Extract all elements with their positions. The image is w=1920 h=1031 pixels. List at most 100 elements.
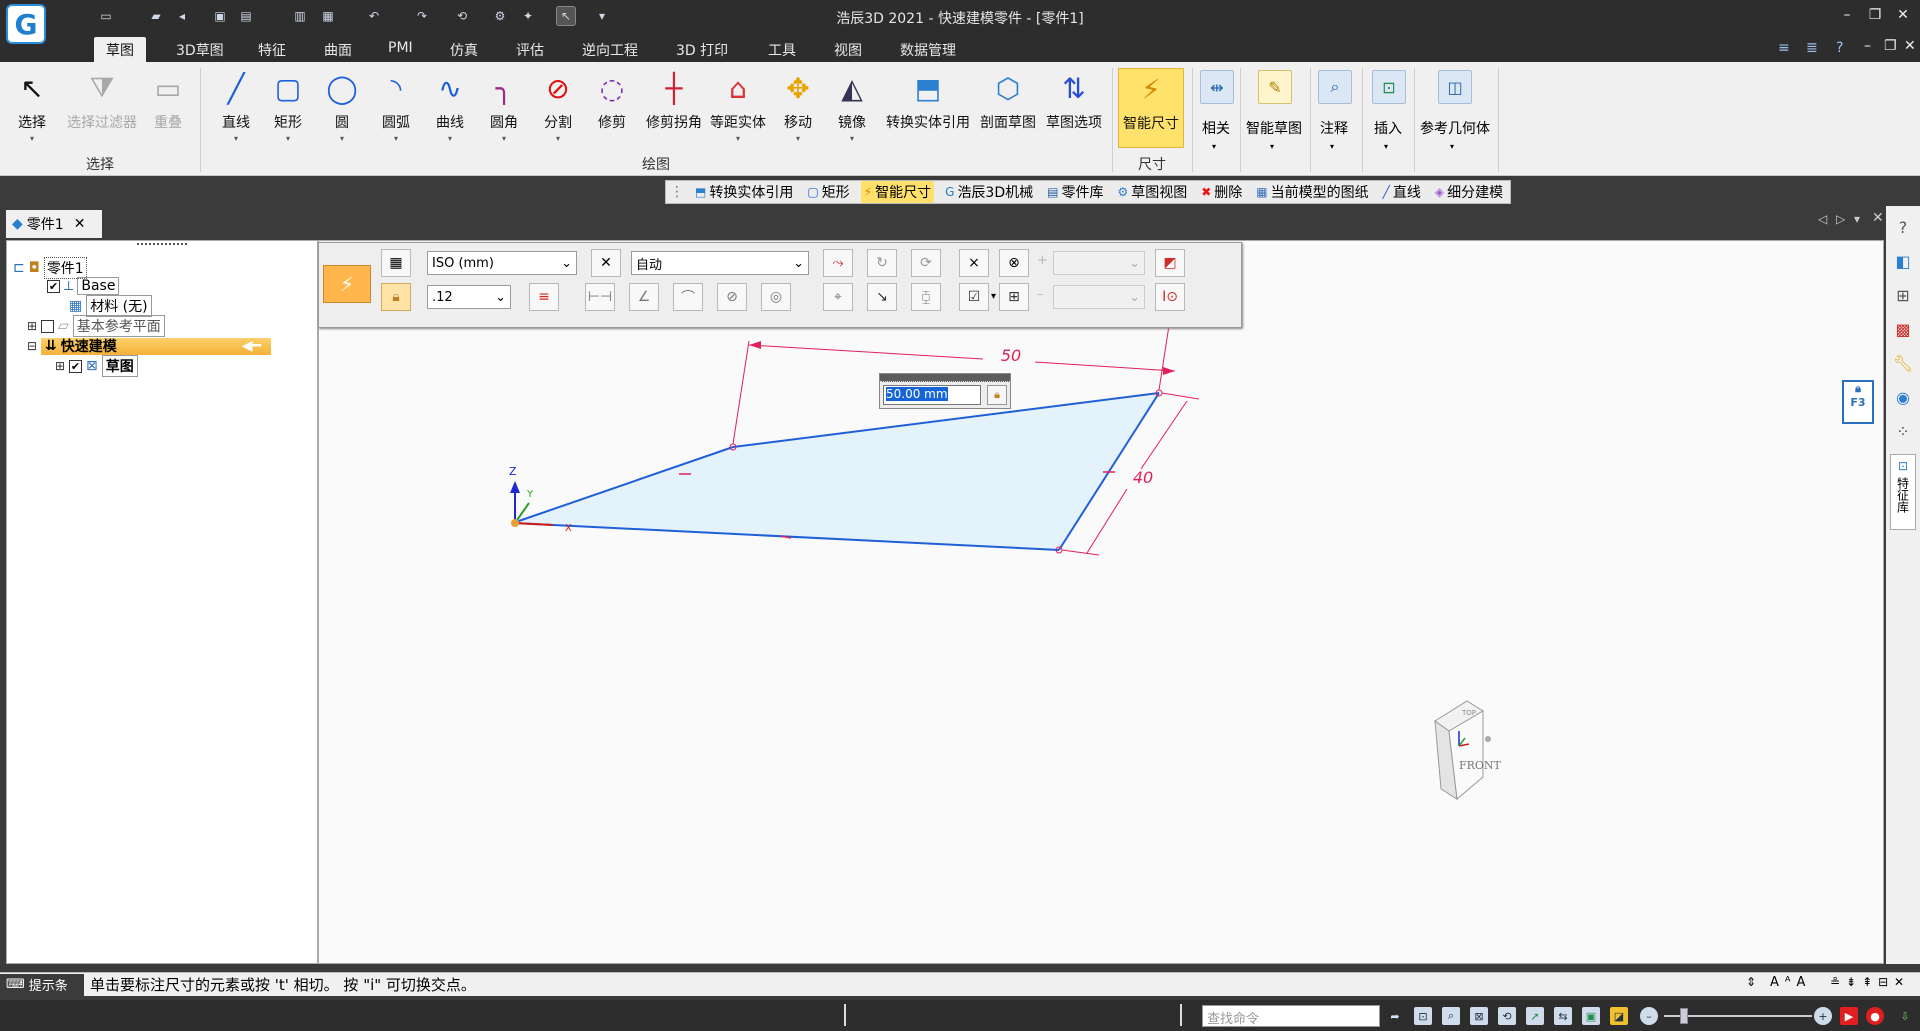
collapse-icon[interactable]: ⊟	[27, 339, 37, 353]
color-palette-icon[interactable]: ▩	[1890, 316, 1916, 342]
help-icon[interactable]: ?	[1836, 40, 1843, 56]
rotate-view-icon[interactable]: ⟲	[1498, 1007, 1516, 1025]
close-button[interactable]: ✕	[1892, 4, 1914, 26]
open-folder-icon[interactable]: ▰	[146, 6, 166, 26]
dimension-standard-select[interactable]: ISO (mm) ⌄	[427, 251, 577, 275]
cmd-smart-dimension[interactable]: ⚡ 智能尺寸	[860, 181, 935, 203]
tab-pmi[interactable]: PMI	[376, 37, 425, 62]
zoom-slider-thumb[interactable]	[1680, 1008, 1688, 1024]
new-file-icon[interactable]: ▭	[96, 6, 116, 26]
diameter-dimension-icon[interactable]: ◎	[761, 283, 791, 311]
help-icon[interactable]: ?	[1890, 214, 1916, 240]
sketch-viewport[interactable]: 50 40 Z Y X TOP FRONT	[319, 241, 1885, 965]
undo-icon[interactable]: ↶	[364, 6, 384, 26]
layout-dots-icon[interactable]: ⁘	[1890, 418, 1916, 444]
clear-circle-icon[interactable]: ⊗	[999, 249, 1029, 277]
cmd-gstarcad-mechanical[interactable]: G 浩辰3D机械	[942, 181, 1036, 203]
repeat-icon[interactable]: ⟲	[452, 6, 472, 26]
feature-library-tab[interactable]: ⊡ 特征库	[1890, 454, 1916, 530]
smart-sketch-icon[interactable]: ✎	[1258, 70, 1292, 104]
dim-label-40[interactable]: 40	[1133, 468, 1153, 487]
select-arrow-icon[interactable]: ↖	[556, 6, 576, 26]
close-tab-icon[interactable]: ✕	[74, 216, 86, 232]
video-record-icon[interactable]: ▶	[1840, 1007, 1858, 1025]
tab-list-icon[interactable]: ▾	[1854, 212, 1860, 226]
print-icon[interactable]: ▥	[290, 6, 310, 26]
section-sketch-button[interactable]: ⬡ 剖面草图	[976, 68, 1040, 162]
sketch-options-button[interactable]: ⇅ 草图选项	[1042, 68, 1106, 162]
overlap-button[interactable]: ▭ 重叠	[148, 68, 188, 162]
zoom-icon[interactable]: ⌕	[1442, 1007, 1460, 1025]
appearance-icon[interactable]: ◧	[1890, 248, 1916, 274]
relations-icon[interactable]: ⇹	[1200, 70, 1234, 104]
mirror-button[interactable]: ◭ 镜像 ▾	[832, 68, 872, 162]
text-size-controls[interactable]: AᴬA	[1770, 975, 1811, 990]
tree-item-base[interactable]: ✔ ⟂ Base	[47, 277, 120, 295]
split-button[interactable]: ⊘ 分割 ▾	[538, 68, 578, 162]
decimal-format-icon[interactable]: ≡	[529, 283, 559, 311]
tab-scroll-left-icon[interactable]: ◁	[1818, 212, 1827, 226]
variable-table-icon[interactable]: ⊞	[999, 283, 1029, 311]
cmd-line[interactable]: ╱ 直线	[1380, 181, 1424, 203]
tab-evaluate[interactable]: 评估	[504, 37, 556, 62]
dim-line-50[interactable]	[748, 344, 984, 360]
share-icon[interactable]: ➦	[1386, 1007, 1404, 1025]
sketch-checkbox[interactable]: ✔	[69, 359, 82, 373]
minimize-button[interactable]: –	[1836, 4, 1858, 26]
tab-scroll-right-icon[interactable]: ▷	[1836, 212, 1845, 226]
tree-item-sketch[interactable]: ⊞ ✔ ⊠ 草图	[55, 355, 138, 377]
smart-dimension-mode-icon[interactable]: ⚡	[323, 265, 371, 303]
chain-dimension-icon[interactable]: ⧮	[911, 283, 941, 311]
view-orientation-icon[interactable]: ⇆	[1554, 1007, 1572, 1025]
expand-icon[interactable]: ⊞	[27, 319, 37, 333]
camera-icon[interactable]: ◉	[1890, 384, 1916, 410]
dim-line-40[interactable]	[1086, 488, 1128, 554]
datum-icon[interactable]: I⊙	[1155, 283, 1185, 311]
panel-controls[interactable]: ≗⇟⇞⊟	[1830, 975, 1894, 989]
lower-tolerance-select[interactable]: ⌄	[1053, 285, 1145, 309]
tab-sketch[interactable]: 草图	[94, 37, 146, 62]
lock-dimension-icon[interactable]: 🔒︎	[381, 283, 411, 311]
chevron-down-icon[interactable]: ▾	[991, 291, 996, 302]
radius-dimension-icon[interactable]: ⊘	[717, 283, 747, 311]
close-all-tabs-icon[interactable]: ✕	[1872, 210, 1884, 226]
cmd-current-model-drawing[interactable]: ▦ 当前模型的图纸	[1253, 181, 1371, 203]
select-button[interactable]: ↖ 选择 ▾	[14, 68, 50, 162]
insert-icon[interactable]: ⊡	[1372, 70, 1406, 104]
zoom-area-icon[interactable]: ⊠	[1470, 1007, 1488, 1025]
circle-button[interactable]: ◯ 圆 ▾	[324, 68, 360, 162]
zoom-out-icon[interactable]: –	[1640, 1007, 1658, 1025]
annotation-icon[interactable]: ⌕	[1318, 70, 1352, 104]
tool-wrench-icon[interactable]: 🔧︎	[1890, 350, 1916, 376]
lock-dimension-icon[interactable]: 🔒︎	[987, 385, 1007, 405]
cmd-subdivision-modeling[interactable]: ◈ 细分建模	[1432, 181, 1506, 203]
tab-feature[interactable]: 特征	[246, 37, 298, 62]
reference-geometry-icon[interactable]: ◫	[1438, 70, 1472, 104]
dim-line-50[interactable]	[1034, 361, 1176, 372]
angular-dimension-icon[interactable]: ∠	[629, 283, 659, 311]
components-icon[interactable]: ⊞	[1890, 282, 1916, 308]
smart-dimension-button[interactable]: ⚡ 智能尺寸	[1118, 68, 1184, 148]
tab-3d-print[interactable]: 3D 打印	[664, 37, 740, 62]
scroll-icon[interactable]: ⇕	[1746, 975, 1756, 989]
document-tab[interactable]: ◆ 零件1 ✕	[6, 210, 102, 238]
cmd-rectangle[interactable]: ▢ 矩形	[804, 181, 852, 203]
tree-item-material[interactable]: ▦ 材料 (无)	[69, 295, 152, 317]
tree-item-ref-planes[interactable]: ⊞ ▱ 基本参考平面	[27, 315, 165, 337]
selection-filter-button[interactable]: ⧩ 选择过滤器	[62, 68, 142, 162]
display-style-icon[interactable]: ◪	[1610, 1007, 1628, 1025]
curve-button[interactable]: ∿ 曲线 ▾	[430, 68, 470, 162]
edit-formula-icon[interactable]: ☑	[959, 283, 989, 311]
upper-tolerance-select[interactable]: ⌄	[1053, 251, 1145, 275]
fit-view-icon[interactable]: ⊡	[1414, 1007, 1432, 1025]
pan-icon[interactable]: ➚	[1526, 1007, 1544, 1025]
delete-small-icon[interactable]: ×	[959, 249, 989, 277]
cmd-delete[interactable]: ✖ 删除	[1198, 181, 1245, 203]
ribbon-style-icon[interactable]: ≣	[1806, 40, 1818, 56]
angle-rotate-icon[interactable]: ⟳	[911, 249, 941, 277]
view-cube[interactable]: TOP FRONT	[1434, 700, 1502, 800]
cmd-convert-entities[interactable]: ⬒ 转换实体引用	[692, 181, 796, 203]
cmd-part-library[interactable]: ▤ 零件库	[1044, 181, 1106, 203]
print-preview-icon[interactable]: ▦	[318, 6, 338, 26]
graphics-area[interactable]: 50 40 Z Y X TOP FRONT 50.00 mm 🔒︎	[318, 240, 1884, 964]
